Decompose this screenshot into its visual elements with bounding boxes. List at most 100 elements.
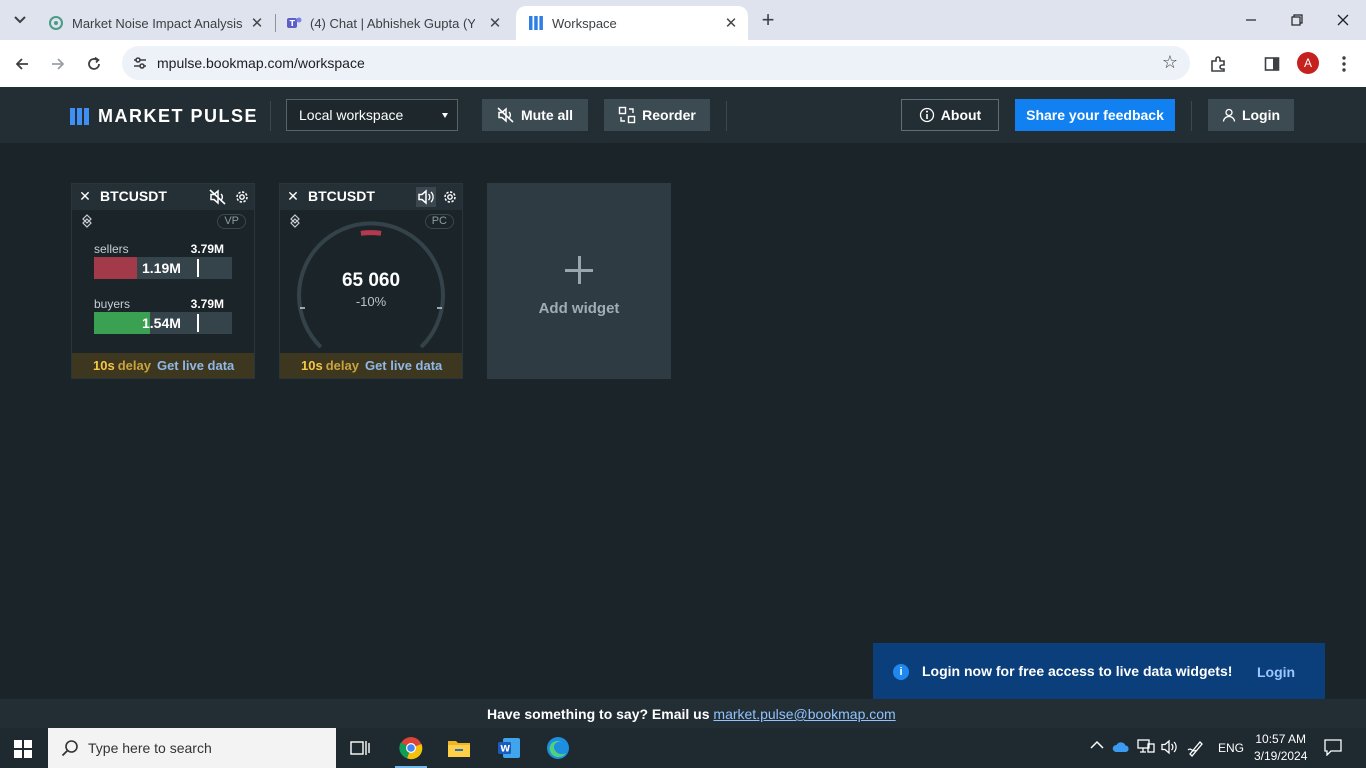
close-window-button[interactable]: [1320, 0, 1366, 40]
login-toast: i Login now for free access to live data…: [873, 643, 1325, 701]
url-text: mpulse.bookmap.com/workspace: [157, 55, 365, 71]
browser-menu-icon[interactable]: [1332, 52, 1356, 76]
restore-icon: [1291, 14, 1303, 26]
tab-teams-chat[interactable]: T (4) Chat | Abhishek Gupta (You) ✕: [274, 6, 512, 40]
footer-email-link[interactable]: market.pulse@bookmap.com: [713, 706, 895, 722]
widget-header: ✕ BTCUSDT: [280, 184, 462, 210]
header-divider: [270, 101, 271, 131]
get-live-data-link[interactable]: Get live data: [157, 358, 234, 373]
clock-date: 3/19/2024: [1254, 749, 1308, 763]
windows-start-icon[interactable]: [14, 740, 32, 758]
browser-tab-bar: Market Noise Impact Analysis ✕ T (4) Cha…: [0, 0, 1366, 40]
speaker-muted-icon: [497, 107, 514, 123]
back-button[interactable]: [8, 50, 36, 78]
buyers-marker: [197, 314, 199, 332]
share-feedback-button[interactable]: Share your feedback: [1015, 99, 1175, 131]
sellers-total: 3.79M: [190, 242, 224, 256]
taskbar-search-placeholder: Type here to search: [88, 740, 212, 756]
mute-all-label: Mute all: [520, 107, 574, 123]
pen-icon[interactable]: [1187, 739, 1205, 760]
buyers-total: 3.79M: [190, 297, 224, 311]
gauge-change: -10%: [355, 294, 387, 309]
bookmark-star-icon[interactable]: ☆: [1162, 52, 1178, 73]
sellers-bar: 1.19M: [94, 257, 232, 279]
tab-search-button[interactable]: [8, 8, 32, 32]
edge-icon[interactable]: [542, 732, 574, 764]
network-icon[interactable]: [1137, 739, 1155, 758]
reorder-button[interactable]: Reorder: [604, 99, 710, 131]
app-header: MARKET PULSE Local workspace Mute all Re…: [0, 87, 1366, 143]
side-panel-icon[interactable]: [1260, 52, 1284, 76]
taskbar-clock[interactable]: 10:57 AM 3/19/2024: [1254, 731, 1307, 765]
delay-value: 10s: [93, 358, 115, 373]
minimize-icon: [1246, 19, 1256, 21]
gear-icon[interactable]: [440, 187, 460, 207]
close-icon: [1337, 14, 1349, 26]
svg-text:W: W: [500, 745, 510, 755]
market-pulse-logo[interactable]: MARKET PULSE: [70, 106, 258, 127]
profile-avatar[interactable]: A: [1297, 52, 1319, 74]
speaker-muted-icon[interactable]: [208, 187, 228, 207]
extensions-icon[interactable]: [1206, 52, 1230, 76]
buyers-value: 1.54M: [142, 315, 181, 331]
arrow-left-icon: [15, 58, 28, 70]
minimize-button[interactable]: [1228, 0, 1274, 40]
get-live-data-link[interactable]: Get live data: [365, 358, 442, 373]
sellers-bar-fill: [94, 257, 138, 279]
chatgpt-icon: [48, 15, 64, 31]
widget-price-btcusdt[interactable]: ✕ BTCUSDT PC 65 060 -10% 10s delay Get l…: [279, 183, 463, 379]
onedrive-icon[interactable]: [1112, 741, 1130, 756]
tab-workspace[interactable]: Workspace ✕: [516, 6, 748, 40]
task-view-icon[interactable]: [344, 732, 376, 764]
logo-bars-icon: [70, 108, 89, 125]
show-hidden-icons-chevron[interactable]: [1090, 739, 1104, 753]
tab-market-noise[interactable]: Market Noise Impact Analysis ✕: [36, 6, 274, 40]
search-icon: [61, 740, 78, 757]
about-button[interactable]: About: [901, 99, 999, 131]
reload-button[interactable]: [80, 50, 108, 78]
widget-volume-btcusdt[interactable]: ✕ BTCUSDT VP sellers 3.79M 1.19M buyers …: [71, 183, 255, 379]
plus-icon: [562, 253, 596, 287]
site-settings-icon[interactable]: [130, 53, 150, 73]
chrome-taskbar-icon[interactable]: [395, 732, 427, 768]
move-handle-icon[interactable]: [80, 214, 94, 228]
gear-icon[interactable]: [232, 187, 252, 207]
chevron-down-icon: [14, 16, 26, 24]
notification-center-icon[interactable]: [1324, 738, 1342, 759]
close-widget-icon[interactable]: ✕: [78, 189, 92, 203]
mute-all-button[interactable]: Mute all: [482, 99, 588, 131]
gauge-price: 65 060: [341, 270, 401, 291]
toast-login-link[interactable]: Login: [1257, 664, 1295, 680]
info-icon: [919, 107, 934, 123]
market-pulse-icon: [528, 15, 544, 31]
sellers-marker: [197, 259, 199, 277]
file-explorer-icon[interactable]: [443, 732, 475, 764]
workspace-area: ✕ BTCUSDT VP sellers 3.79M 1.19M buyers …: [0, 143, 1366, 699]
close-icon[interactable]: ✕: [486, 14, 504, 32]
header-divider: [1191, 101, 1192, 131]
restore-button[interactable]: [1274, 0, 1320, 40]
word-icon[interactable]: W: [493, 732, 525, 764]
login-button[interactable]: Login: [1208, 99, 1294, 131]
language-indicator[interactable]: ENG: [1218, 741, 1244, 755]
workspace-select-value: Local workspace: [299, 107, 404, 123]
workspace-select[interactable]: Local workspace: [286, 99, 458, 131]
volume-icon[interactable]: [1160, 739, 1178, 758]
tab-title: (4) Chat | Abhishek Gupta (You): [310, 15, 475, 31]
new-tab-button[interactable]: +: [756, 7, 780, 32]
delay-label: delay: [325, 358, 359, 373]
close-icon[interactable]: ✕: [722, 14, 740, 32]
sellers-value: 1.19M: [142, 260, 181, 276]
widget-symbol: BTCUSDT: [308, 188, 375, 204]
sellers-label: sellers: [94, 242, 129, 256]
address-bar[interactable]: mpulse.bookmap.com/workspace ☆: [122, 46, 1190, 80]
close-widget-icon[interactable]: ✕: [286, 189, 300, 203]
forward-button[interactable]: [44, 50, 72, 78]
taskbar-search[interactable]: Type here to search: [48, 728, 336, 768]
tab-title: Workspace: [552, 15, 617, 31]
close-icon[interactable]: ✕: [248, 14, 266, 32]
add-widget-button[interactable]: Add widget: [487, 183, 671, 379]
delay-label: delay: [117, 358, 151, 373]
reload-icon: [88, 56, 100, 70]
speaker-icon[interactable]: [416, 187, 436, 207]
